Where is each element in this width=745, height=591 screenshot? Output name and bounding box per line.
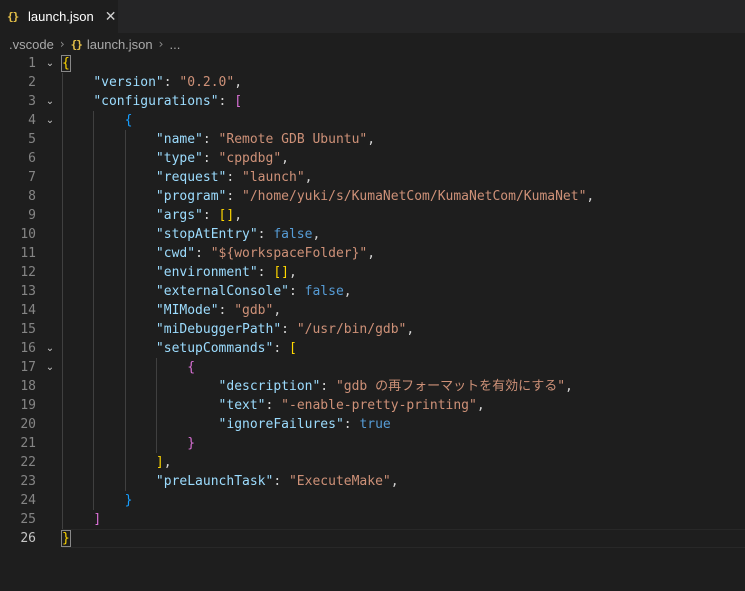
line-number: 6 (28, 151, 36, 166)
code-text: "name": "Remote GDB Ubuntu", (155, 132, 376, 147)
code-text: "stopAtEntry": false, (155, 227, 321, 242)
code-text: "args": [], (155, 208, 243, 223)
code-text: "setupCommands": [ (155, 341, 297, 356)
chevron-right-icon: › (158, 37, 164, 51)
tab-label: launch.json (28, 9, 94, 24)
code-text: "text": "-enable-pretty-printing", (218, 398, 485, 413)
code-text: "type": "cppdbg", (155, 151, 289, 166)
close-icon[interactable]: ✕ (105, 9, 117, 25)
line-number: 22 (20, 455, 36, 470)
code-editor[interactable]: 1 ⌄{2 "version": "0.2.0", 3 ⌄ "configuratio… (0, 54, 745, 591)
code-text: "program": "/home/yuki/s/KumaNetCom/Kuma… (155, 189, 595, 204)
code-line[interactable]: 5 "name": "Remote GDB Ubuntu", (0, 130, 745, 149)
fold-chevron-icon[interactable]: ⌄ (43, 339, 57, 358)
code-text: { (61, 55, 71, 72)
fold-chevron-icon[interactable]: ⌄ (43, 358, 57, 377)
code-text: } (124, 493, 133, 508)
braces-icon: {} (70, 37, 83, 51)
breadcrumb: .vscode › {} launch.json › ... (0, 33, 745, 55)
braces-icon: {} (7, 10, 19, 23)
code-line[interactable]: 1 ⌄{ (0, 54, 745, 73)
line-number: 5 (28, 132, 36, 147)
code-text: } (187, 436, 196, 451)
breadcrumb-vscode[interactable]: .vscode (9, 37, 54, 52)
code-line[interactable]: 9 "args": [], (0, 206, 745, 225)
line-number: 16 (20, 341, 36, 356)
code-line[interactable]: 21 } (0, 434, 745, 453)
code-text: "request": "launch", (155, 170, 313, 185)
code-text: "externalConsole": false, (155, 284, 352, 299)
line-number: 1 (28, 56, 36, 71)
code-line[interactable]: 19 "text": "-enable-pretty-printing", (0, 396, 745, 415)
code-text: ], (155, 455, 172, 470)
line-number: 13 (20, 284, 36, 299)
line-number: 19 (20, 398, 36, 413)
chevron-right-icon: › (59, 37, 65, 51)
line-number: 18 (20, 379, 36, 394)
line-number: 8 (28, 189, 36, 204)
code-text: "MIMode": "gdb", (155, 303, 282, 318)
code-line[interactable]: 15 "miDebuggerPath": "/usr/bin/gdb", (0, 320, 745, 339)
code-text: "preLaunchTask": "ExecuteMake", (155, 474, 399, 489)
breadcrumb-more[interactable]: ... (169, 37, 180, 52)
line-number: 26 (20, 531, 36, 546)
code-line[interactable]: 3 ⌄ "configurations": [ (0, 92, 745, 111)
code-line[interactable]: 22 ], (0, 453, 745, 472)
line-number: 17 (20, 360, 36, 375)
code-line[interactable]: 16 ⌄ "setupCommands": [ (0, 339, 745, 358)
code-text: "cwd": "${workspaceFolder}", (155, 246, 376, 261)
line-number: 21 (20, 436, 36, 451)
code-text: "ignoreFailures": true (218, 417, 391, 432)
code-line[interactable]: 6 "type": "cppdbg", (0, 149, 745, 168)
code-line[interactable]: 17 ⌄ { (0, 358, 745, 377)
code-line[interactable]: 12 "environment": [], (0, 263, 745, 282)
code-text: } (61, 530, 71, 547)
code-line[interactable]: 24 } (0, 491, 745, 510)
line-number: 4 (28, 113, 36, 128)
code-line[interactable]: 10 "stopAtEntry": false, (0, 225, 745, 244)
code-line[interactable]: 11 "cwd": "${workspaceFolder}", (0, 244, 745, 263)
line-number: 25 (20, 512, 36, 527)
tab-bar: {} launch.json ✕ (0, 0, 745, 33)
line-number: 23 (20, 474, 36, 489)
line-number: 7 (28, 170, 36, 185)
code-line[interactable]: 18 "description": "gdb の再フォーマットを有効にする", (0, 377, 745, 396)
fold-chevron-icon[interactable]: ⌄ (43, 92, 57, 111)
code-line[interactable]: 25 ] (0, 510, 745, 529)
code-text: "miDebuggerPath": "/usr/bin/gdb", (155, 322, 415, 337)
line-number: 15 (20, 322, 36, 337)
line-number: 12 (20, 265, 36, 280)
code-line[interactable]: 2 "version": "0.2.0", (0, 73, 745, 92)
line-number: 20 (20, 417, 36, 432)
line-number: 11 (20, 246, 36, 261)
line-number: 10 (20, 227, 36, 242)
code-line[interactable]: 7 "request": "launch", (0, 168, 745, 187)
code-text: "environment": [], (155, 265, 297, 280)
code-line[interactable]: 13 "externalConsole": false, (0, 282, 745, 301)
code-line[interactable]: 23 "preLaunchTask": "ExecuteMake", (0, 472, 745, 491)
code-line[interactable]: 8 "program": "/home/yuki/s/KumaNetCom/Ku… (0, 187, 745, 206)
code-text: "version": "0.2.0", (93, 75, 243, 90)
line-number: 14 (20, 303, 36, 318)
line-number: 24 (20, 493, 36, 508)
code-text: { (124, 113, 133, 128)
code-line[interactable]: 20 "ignoreFailures": true (0, 415, 745, 434)
fold-chevron-icon[interactable]: ⌄ (43, 54, 57, 73)
line-number: 3 (28, 94, 36, 109)
code-text: ] (93, 512, 102, 527)
tab-launch-json[interactable]: {} launch.json ✕ (0, 0, 118, 33)
code-text: "description": "gdb の再フォーマットを有効にする", (218, 379, 573, 394)
code-line[interactable]: 4 ⌄ { (0, 111, 745, 130)
code-text: { (187, 360, 196, 375)
code-text: "configurations": [ (93, 94, 243, 109)
code-line[interactable]: 26} (0, 529, 745, 548)
line-number: 2 (28, 75, 36, 90)
code-line[interactable]: 14 "MIMode": "gdb", (0, 301, 745, 320)
breadcrumb-file[interactable]: launch.json (87, 37, 153, 52)
line-number: 9 (28, 208, 36, 223)
fold-chevron-icon[interactable]: ⌄ (43, 111, 57, 130)
